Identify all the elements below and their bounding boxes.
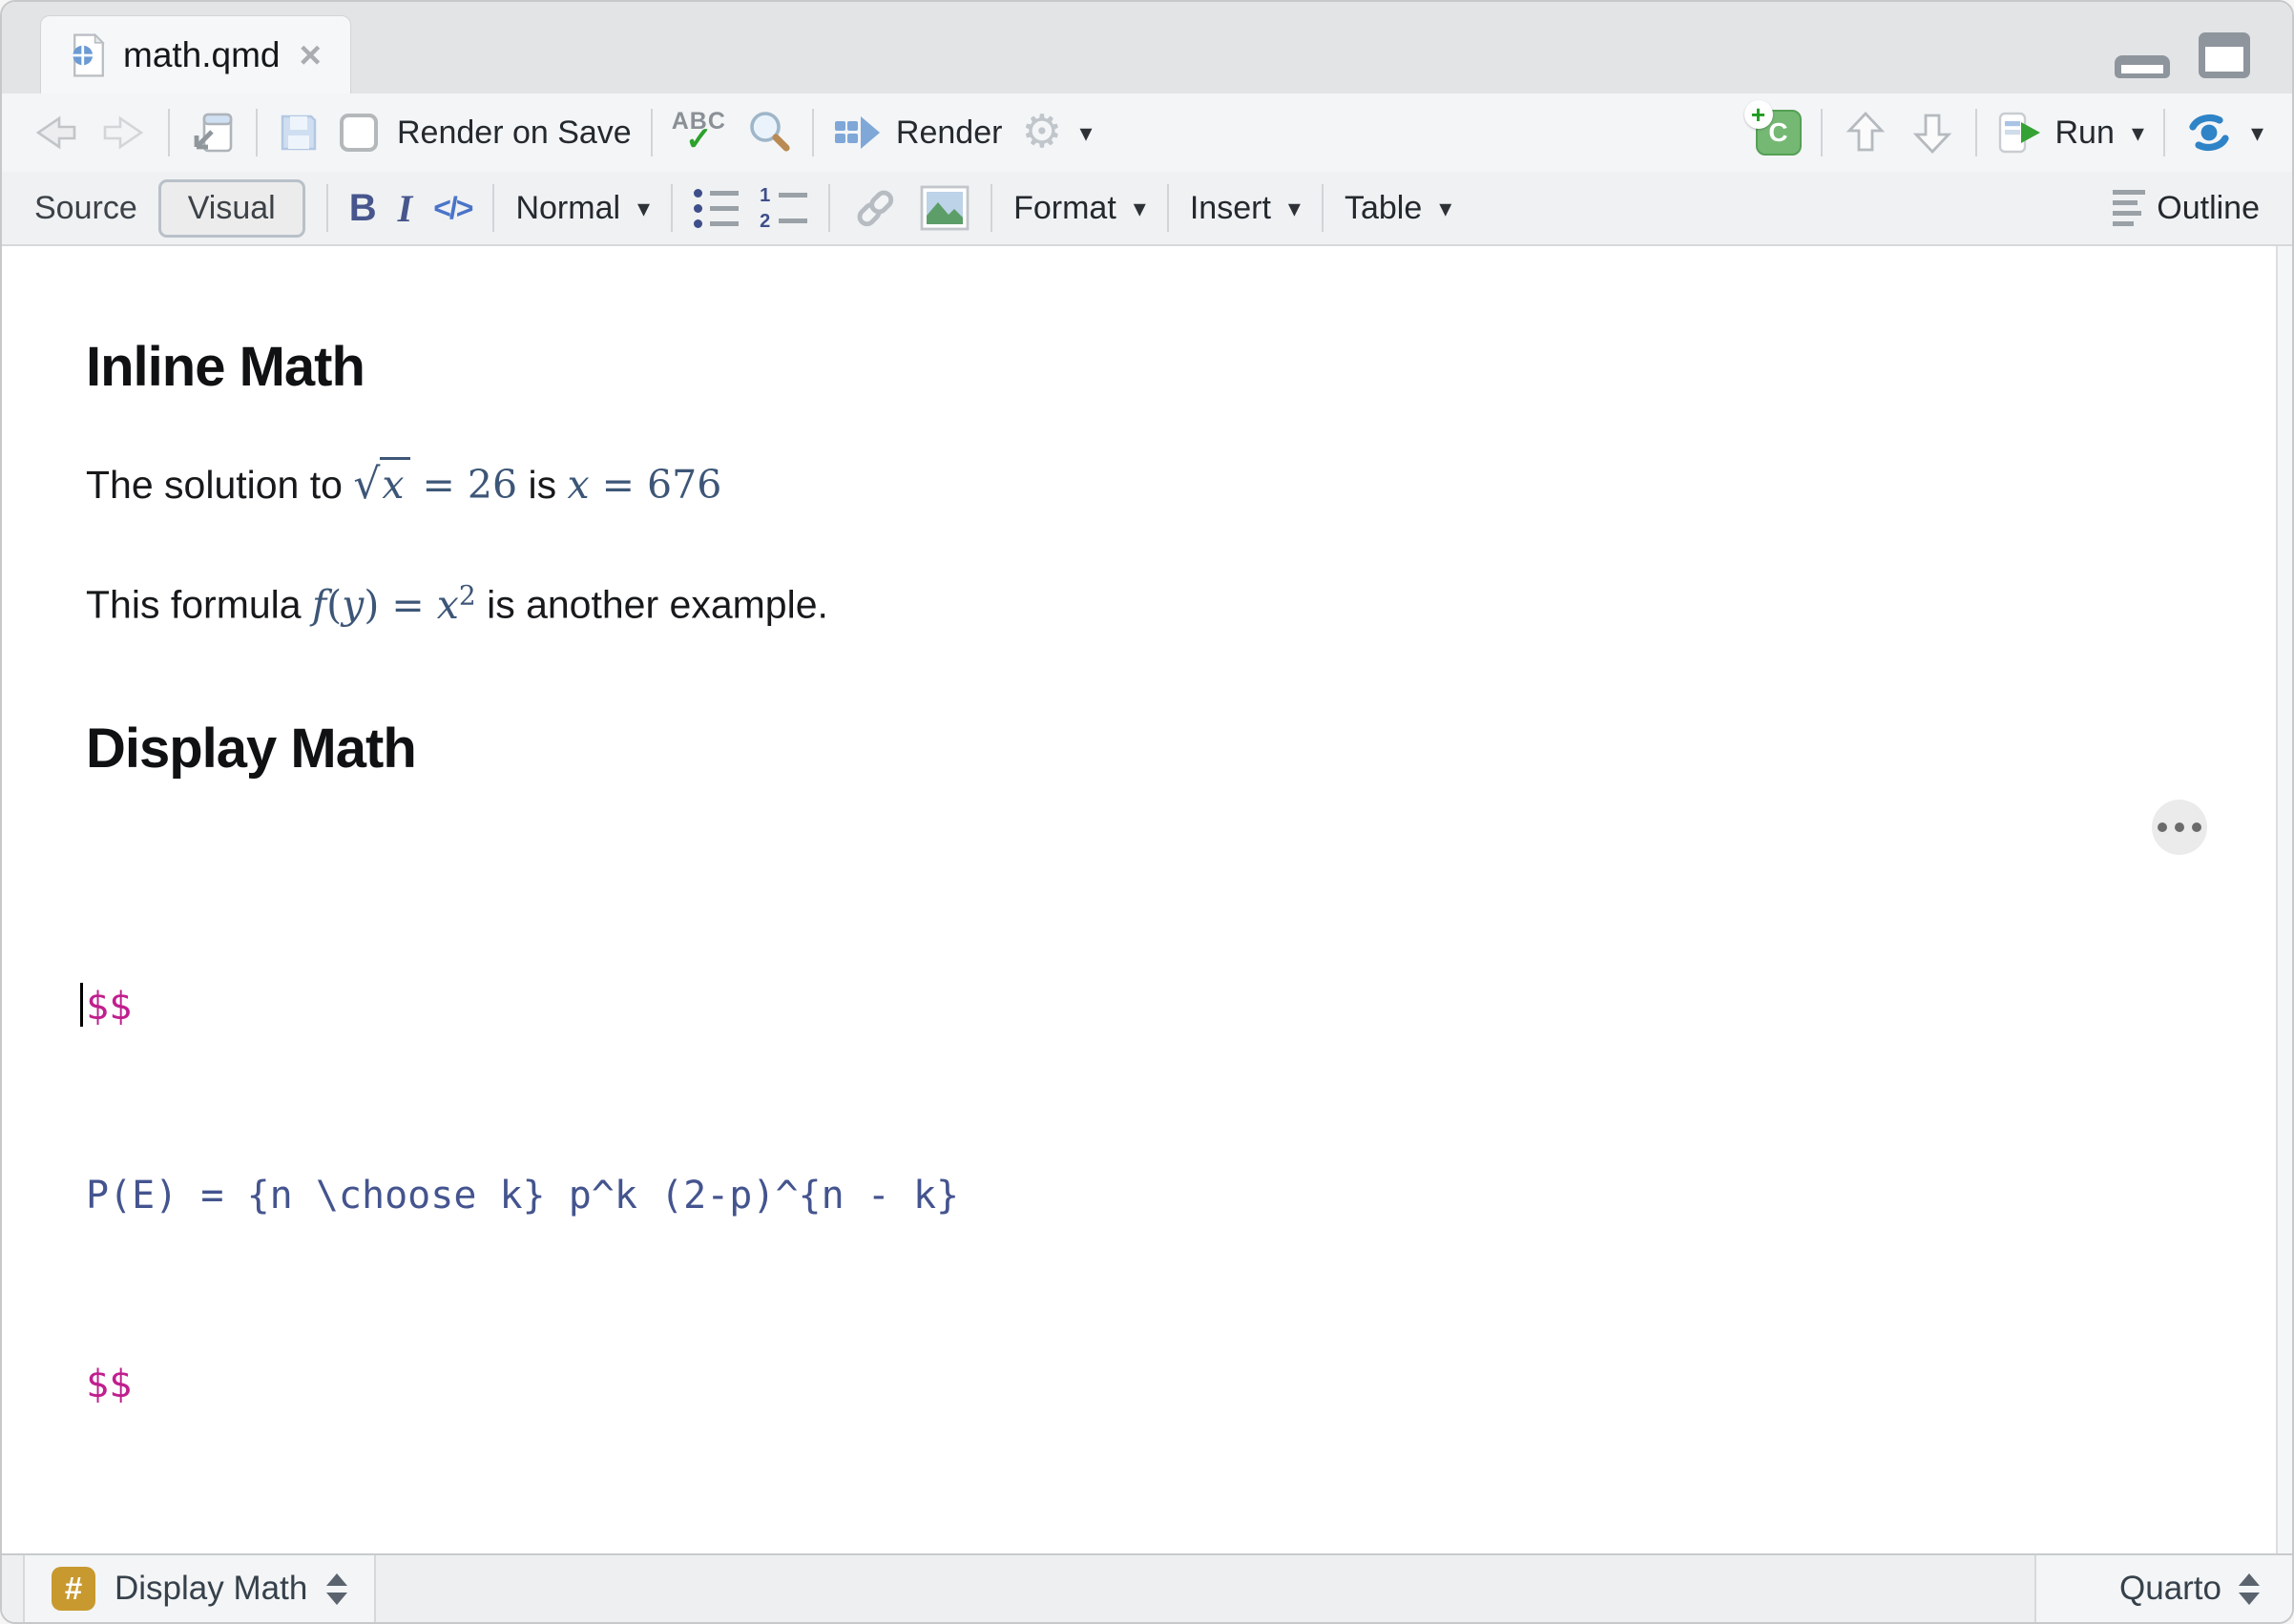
save-icon[interactable] <box>277 111 321 155</box>
toolbar-separator <box>1820 109 1823 156</box>
insert-menu[interactable]: Insert ▾ <box>1190 190 1301 227</box>
italic-button[interactable]: I <box>398 186 413 231</box>
quarto-file-icon <box>70 32 108 77</box>
publish-button[interactable]: ▾ <box>2184 110 2263 156</box>
toolbar-separator <box>492 184 495 232</box>
status-bar: # Display Math Quarto <box>2 1553 2292 1622</box>
code-button[interactable]: </> <box>433 191 473 226</box>
format-menu[interactable]: Format ▾ <box>1013 190 1146 227</box>
bold-button[interactable]: B <box>349 187 377 230</box>
format-toolbar: Source Visual B I </> Normal ▾ 1 2 Forma… <box>2 172 2292 246</box>
table-menu[interactable]: Table ▾ <box>1345 190 1451 227</box>
render-button[interactable]: Render <box>833 112 1003 154</box>
heading-display-math[interactable]: Display Math <box>86 716 2158 782</box>
code-line-3: $$ <box>86 1362 133 1406</box>
minimize-icon[interactable] <box>2115 55 2170 78</box>
run-label: Run <box>2054 114 2115 151</box>
outline-icon <box>2113 190 2146 226</box>
toolbar-separator <box>828 184 831 232</box>
chevron-down-icon: ▾ <box>1079 117 1093 147</box>
outline-toggle[interactable]: Outline <box>2113 190 2260 227</box>
math-source-block[interactable]: $$ P(E) = {n \choose k} p^k (2-p)^{n - k… <box>80 849 2158 1542</box>
chevron-down-icon: ▾ <box>2250 117 2263 147</box>
chevron-down-icon: ▾ <box>2131 117 2144 147</box>
sort-arrows-icon <box>326 1572 348 1605</box>
heading-hash-icon: # <box>52 1567 95 1611</box>
forward-icon[interactable] <box>99 111 149 155</box>
image-icon[interactable] <box>920 185 970 231</box>
chevron-down-icon: ▾ <box>637 193 651 222</box>
window-controls <box>2115 32 2250 78</box>
bullet-list-icon[interactable] <box>694 188 740 228</box>
numbered-list-icon[interactable]: 1 2 <box>760 186 808 231</box>
tab-title: math.qmd <box>123 34 281 74</box>
go-to-previous-chunk-icon[interactable] <box>1842 108 1889 157</box>
paragraph-style-value: Normal <box>515 189 621 226</box>
paragraph-inline-math-1[interactable]: The solution to √x = 26 is x = 676 <box>86 457 2158 511</box>
back-icon[interactable] <box>31 111 80 155</box>
render-on-save-checkbox[interactable] <box>340 114 378 152</box>
search-icon[interactable] <box>745 109 793 156</box>
run-button[interactable]: Run ▾ <box>1996 110 2144 156</box>
toolbar-separator <box>168 109 170 156</box>
code-line-1: $$ <box>80 975 2158 1038</box>
chevron-down-icon: ▾ <box>1133 193 1146 222</box>
toolbar-separator <box>1166 184 1169 232</box>
toolbar-separator <box>811 109 814 156</box>
tab-close-icon[interactable]: × <box>300 36 322 74</box>
tab-math-qmd[interactable]: math.qmd × <box>40 15 351 94</box>
more-options-button[interactable] <box>2152 800 2207 855</box>
render-options-button[interactable]: ⚙ ▾ <box>1021 110 1092 156</box>
toolbar-separator <box>2162 109 2165 156</box>
chevron-down-icon: ▾ <box>1287 193 1301 222</box>
text-cursor <box>80 982 83 1027</box>
go-to-next-chunk-icon[interactable] <box>1908 108 1956 157</box>
publish-icon <box>2184 110 2234 156</box>
plus-badge-icon: + <box>1743 100 1773 129</box>
paragraph-inline-math-2[interactable]: This formula f(y) = x2 is another exampl… <box>86 569 2158 632</box>
toolbar-separator <box>256 109 258 156</box>
toolbar-separator <box>325 184 328 232</box>
format-label: Quarto <box>2119 1570 2221 1607</box>
document-format-button[interactable]: Quarto <box>2034 1555 2292 1622</box>
tab-bar: math.qmd × <box>2 2 2292 94</box>
toolbar-separator <box>991 184 993 232</box>
editor-canvas[interactable]: Inline Math The solution to √x = 26 is x… <box>2 246 2292 1553</box>
toolbar-separator <box>1974 109 1977 156</box>
toolbar-separator <box>671 184 674 232</box>
render-label: Render <box>895 114 1003 151</box>
render-on-save-label: Render on Save <box>397 114 632 151</box>
chevron-down-icon: ▾ <box>1439 193 1452 222</box>
maximize-icon[interactable] <box>2199 32 2250 78</box>
spellcheck-icon[interactable]: ABC ✓ <box>672 110 726 156</box>
insert-chunk-button[interactable]: + C <box>1743 100 1802 156</box>
primary-toolbar: Render on Save ABC ✓ Render ⚙ ▾ + C Run … <box>2 94 2292 172</box>
current-section-label: Display Math <box>115 1570 308 1607</box>
run-icon <box>1996 110 2044 156</box>
outline-location-button[interactable]: # Display Math <box>23 1555 377 1622</box>
toolbar-separator <box>1321 184 1324 232</box>
rstudio-editor-window: math.qmd × Render on Save ABC ✓ Render ⚙… <box>0 0 2294 1624</box>
paragraph-style-dropdown[interactable]: Normal ▾ <box>515 190 650 227</box>
vertical-scrollbar[interactable] <box>2276 246 2292 1553</box>
code-line-2: P(E) = {n \choose k} p^k (2-p)^{n - k} <box>86 1173 960 1218</box>
link-icon[interactable] <box>851 184 899 232</box>
render-icon <box>833 112 885 154</box>
open-in-new-window-icon[interactable] <box>189 109 237 156</box>
gear-icon: ⚙ <box>1021 107 1063 157</box>
toolbar-separator <box>650 109 653 156</box>
sort-arrows-icon <box>2239 1572 2260 1605</box>
visual-mode-button[interactable]: Visual <box>157 178 305 238</box>
source-mode-button[interactable]: Source <box>34 190 137 227</box>
heading-inline-math[interactable]: Inline Math <box>86 334 2158 401</box>
